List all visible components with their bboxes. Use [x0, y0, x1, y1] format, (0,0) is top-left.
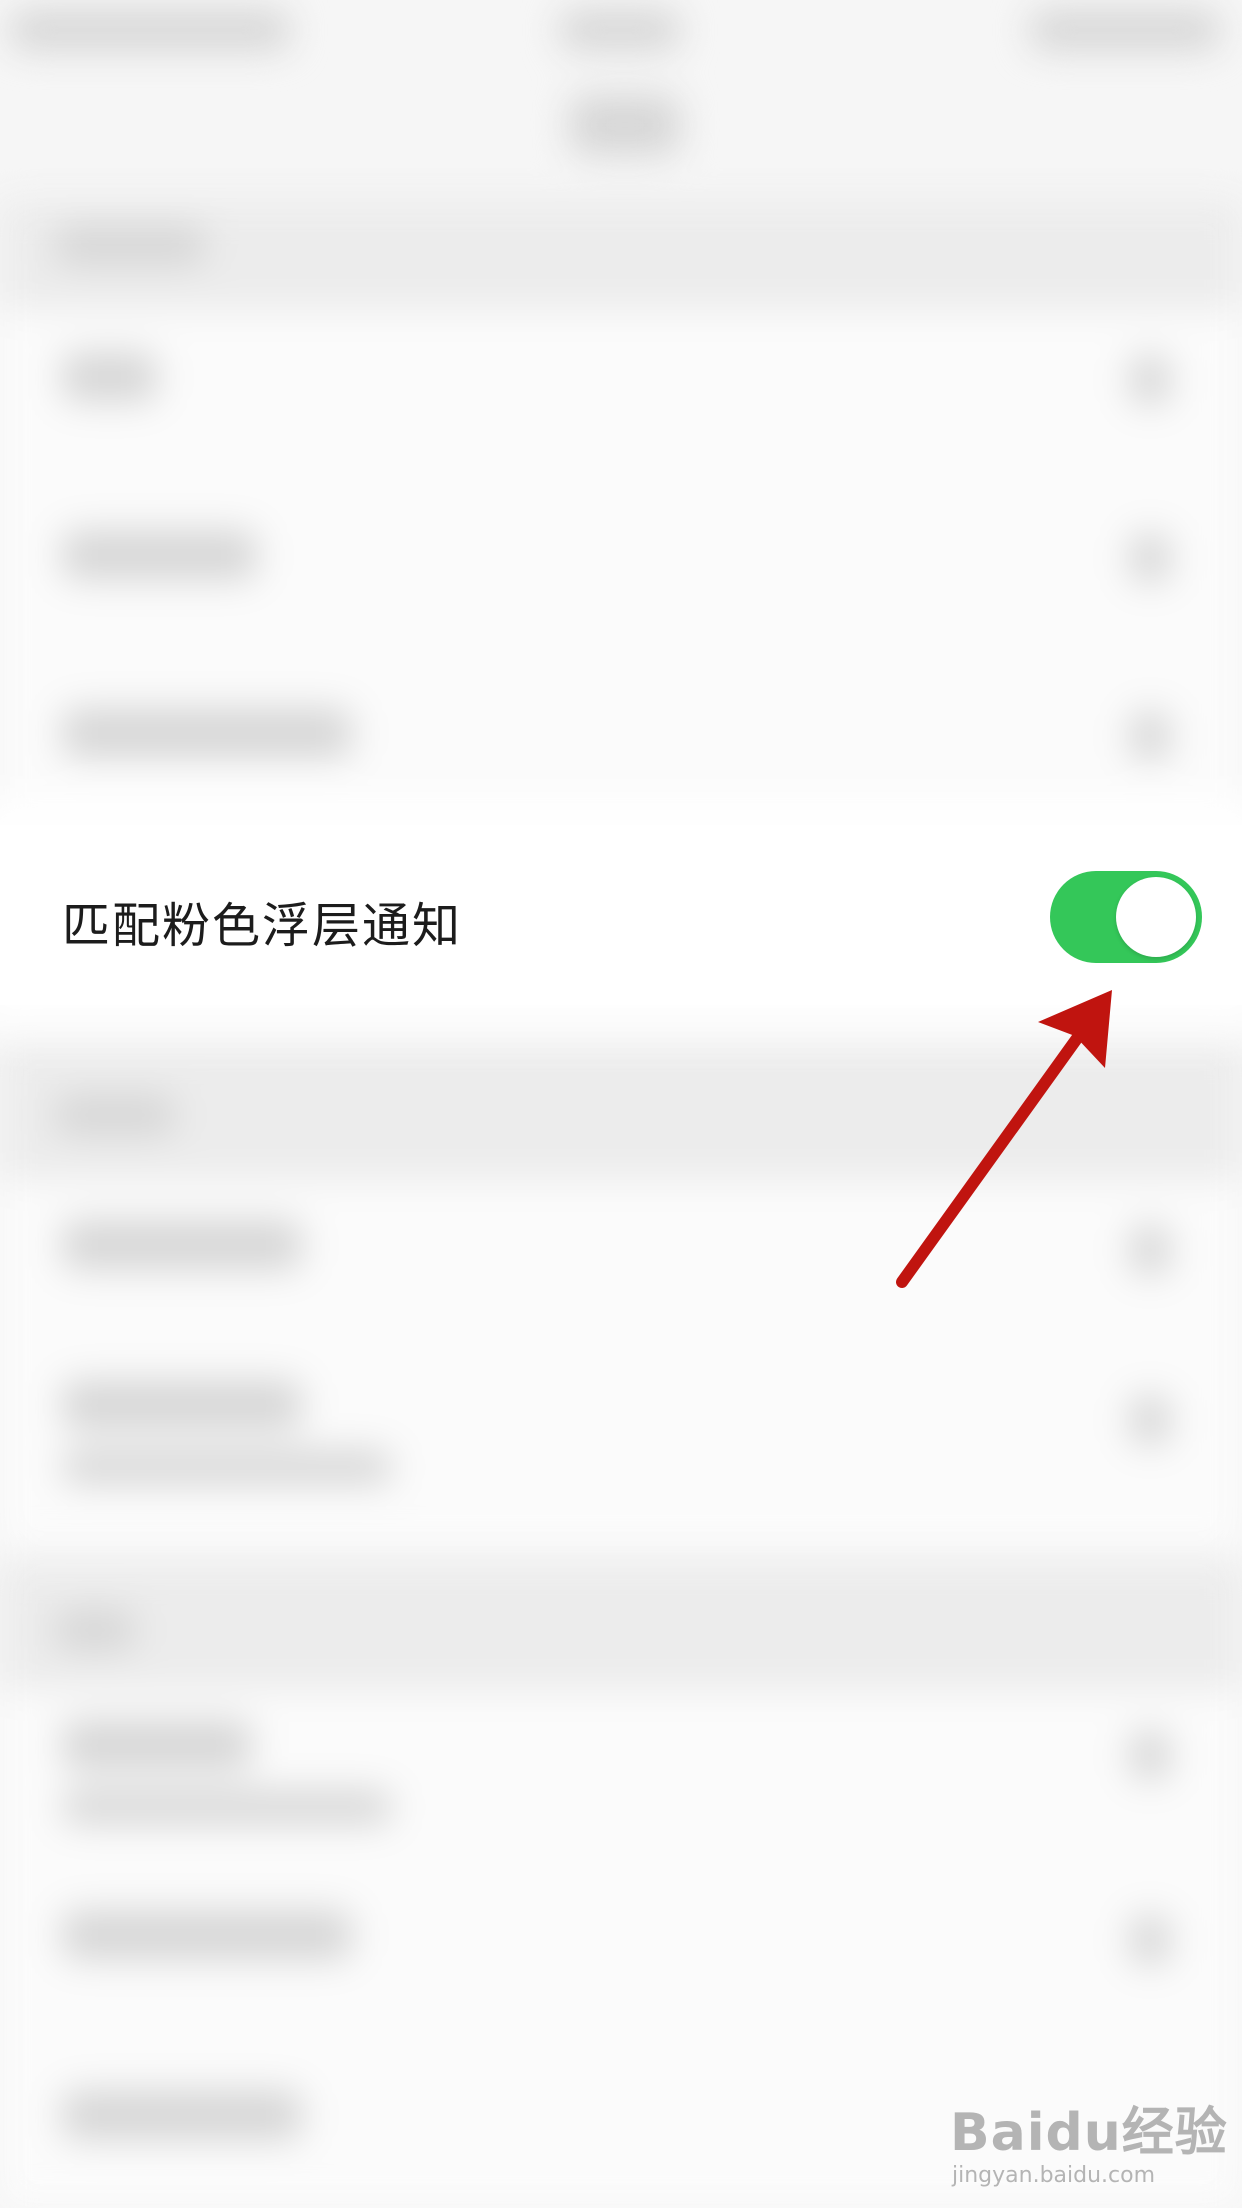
- baidu-watermark: Baidu经验 jingyan.baidu.com: [950, 2090, 1228, 2188]
- watermark-url: jingyan.baidu.com: [952, 2163, 1156, 2188]
- settings-screen: 匹配粉色浮层通知 Baidu经验 jingyan.baidu.com: [0, 0, 1242, 2208]
- blurred-background: [0, 0, 1242, 2208]
- watermark-logo: Baidu经验: [950, 2103, 1228, 2163]
- pink-overlay-toggle[interactable]: [1050, 871, 1202, 963]
- toggle-knob: [1116, 877, 1196, 957]
- setting-label: 匹配粉色浮层通知: [62, 898, 463, 954]
